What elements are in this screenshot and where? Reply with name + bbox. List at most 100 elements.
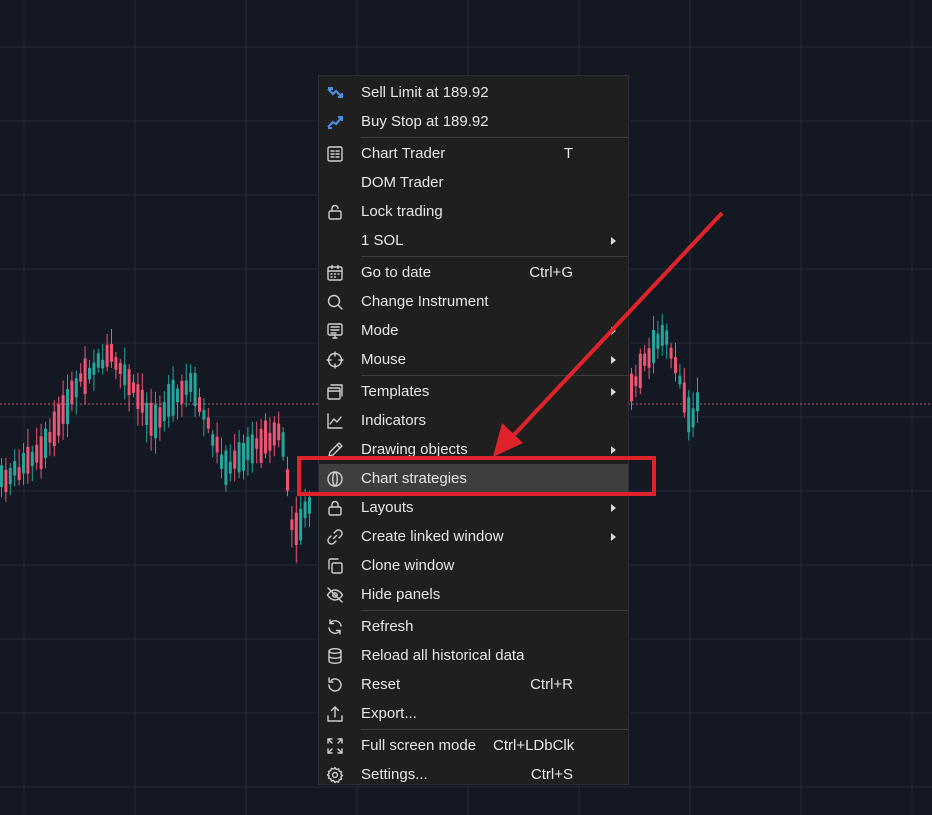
menu-item-full-screen[interactable]: Full screen mode Ctrl+LDbClk	[319, 731, 628, 760]
candle-body	[92, 362, 96, 375]
candle-body	[96, 353, 100, 368]
candle-body	[4, 469, 8, 493]
menu-item-chart-trader[interactable]: Chart Trader T	[319, 139, 628, 168]
menu-item-shortcut: Ctrl+G	[529, 264, 573, 281]
candle-body	[22, 452, 25, 474]
search-icon	[326, 293, 344, 311]
candle-body	[211, 434, 215, 446]
candle-body	[224, 450, 228, 485]
menu-item-mode[interactable]: Mode	[319, 316, 628, 345]
menu-item-hide-panels[interactable]: Hide panels	[319, 580, 628, 609]
menu-item-label: Mode	[361, 322, 399, 339]
menu-item-refresh[interactable]: Refresh	[319, 612, 628, 641]
menu-item-label: Refresh	[361, 618, 414, 635]
candle-body	[193, 373, 197, 407]
menu-item-label: Full screen mode	[361, 737, 477, 754]
menu-item-settings[interactable]: Settings... Ctrl+S	[319, 760, 628, 789]
menu-item-label: 1 SOL	[361, 232, 404, 249]
menu-item-reload-history[interactable]: Reload all historical data	[319, 641, 628, 670]
candle-body	[136, 384, 140, 410]
lock-icon	[326, 499, 344, 517]
candle-body	[281, 432, 285, 457]
candle-body	[101, 359, 105, 369]
candle-body	[294, 512, 298, 546]
menu-item-label: Chart Trader	[361, 145, 446, 162]
candle-body	[83, 358, 87, 395]
menu-item-mouse[interactable]: Mouse	[319, 345, 628, 374]
link-icon	[326, 528, 344, 546]
refresh-icon	[326, 618, 344, 636]
menu-item-shortcut: T	[563, 145, 573, 162]
submenu-arrow-icon	[611, 326, 616, 335]
menu-item-sell-limit[interactable]: Sell Limit at 189.92	[319, 78, 628, 107]
candle-body	[228, 461, 232, 474]
menu-item-lock-trading[interactable]: Lock trading	[319, 197, 628, 226]
indicators-icon	[326, 412, 344, 430]
candle-body	[290, 519, 294, 530]
menu-item-dom-trader[interactable]: DOM Trader	[319, 168, 628, 197]
candle-body	[79, 373, 83, 382]
candle-body	[162, 402, 166, 422]
menu-item-export[interactable]: Export...	[319, 699, 628, 728]
menu-item-shortcut: Ctrl+R	[530, 676, 573, 693]
candle-body	[246, 436, 250, 461]
menu-item-templates[interactable]: Templates	[319, 377, 628, 406]
submenu-arrow-icon	[611, 532, 616, 541]
menu-item-drawing-objects[interactable]: Drawing objects	[319, 435, 628, 464]
candle-body	[638, 353, 642, 389]
sell-limit-icon	[326, 84, 344, 102]
candle-body	[268, 432, 272, 451]
candle-body	[88, 367, 91, 380]
candle-body	[215, 436, 219, 453]
candle-body	[696, 392, 699, 412]
candle-body	[237, 442, 241, 473]
candle-body	[272, 422, 276, 446]
candle-body	[118, 362, 122, 374]
candle-body	[299, 508, 303, 541]
menu-item-chart-strategies[interactable]: Chart strategies	[319, 464, 628, 493]
submenu-arrow-icon	[611, 503, 616, 512]
candle-body	[643, 353, 647, 366]
candle-body	[682, 382, 686, 413]
context-menu: Sell Limit at 189.92 Buy Stop at 189.92 Ch…	[318, 75, 629, 785]
menu-item-go-to-date[interactable]: Go to date Ctrl+G	[319, 258, 628, 287]
candle-body	[255, 438, 259, 449]
candle-body	[44, 428, 47, 458]
candle-body	[48, 432, 52, 443]
menu-item-label: Sell Limit at 189.92	[361, 84, 489, 101]
candle-body	[634, 376, 638, 386]
candle-body	[154, 404, 157, 439]
candle-body	[26, 446, 30, 474]
menu-item-layouts[interactable]: Layouts	[319, 493, 628, 522]
candle-body	[74, 378, 78, 398]
candle-body	[656, 333, 660, 349]
candle-body	[140, 389, 144, 413]
menu-item-indicators[interactable]: Indicators	[319, 406, 628, 435]
candle-body	[277, 423, 281, 441]
menu-item-quantity[interactable]: 1 SOL	[319, 226, 628, 255]
candle-body	[660, 324, 664, 346]
candle-body	[176, 388, 179, 403]
candle-body	[66, 389, 69, 425]
eye-off-icon	[326, 586, 344, 604]
candle-body	[0, 465, 3, 488]
candle-body	[52, 411, 56, 447]
candle-body	[167, 384, 171, 417]
menu-item-label: Lock trading	[361, 203, 443, 220]
menu-item-clone-window[interactable]: Clone window	[319, 551, 628, 580]
database-icon	[326, 647, 344, 665]
chart-trader-icon	[326, 145, 344, 163]
menu-item-buy-stop[interactable]: Buy Stop at 189.92	[319, 107, 628, 136]
menu-item-label: Templates	[361, 383, 430, 400]
submenu-arrow-icon	[611, 445, 616, 454]
menu-item-label: Buy Stop at 189.92	[361, 113, 489, 130]
menu-item-reset[interactable]: Reset Ctrl+R	[319, 670, 628, 699]
candle-body	[61, 395, 65, 424]
candle-body	[678, 375, 682, 385]
menu-item-label: Mouse	[361, 351, 407, 368]
menu-item-label: Go to date	[361, 264, 432, 281]
submenu-arrow-icon	[611, 355, 616, 364]
menu-item-create-linked-window[interactable]: Create linked window	[319, 522, 628, 551]
menu-item-label: Drawing objects	[361, 441, 468, 458]
menu-item-change-instrument[interactable]: Change Instrument	[319, 287, 628, 316]
